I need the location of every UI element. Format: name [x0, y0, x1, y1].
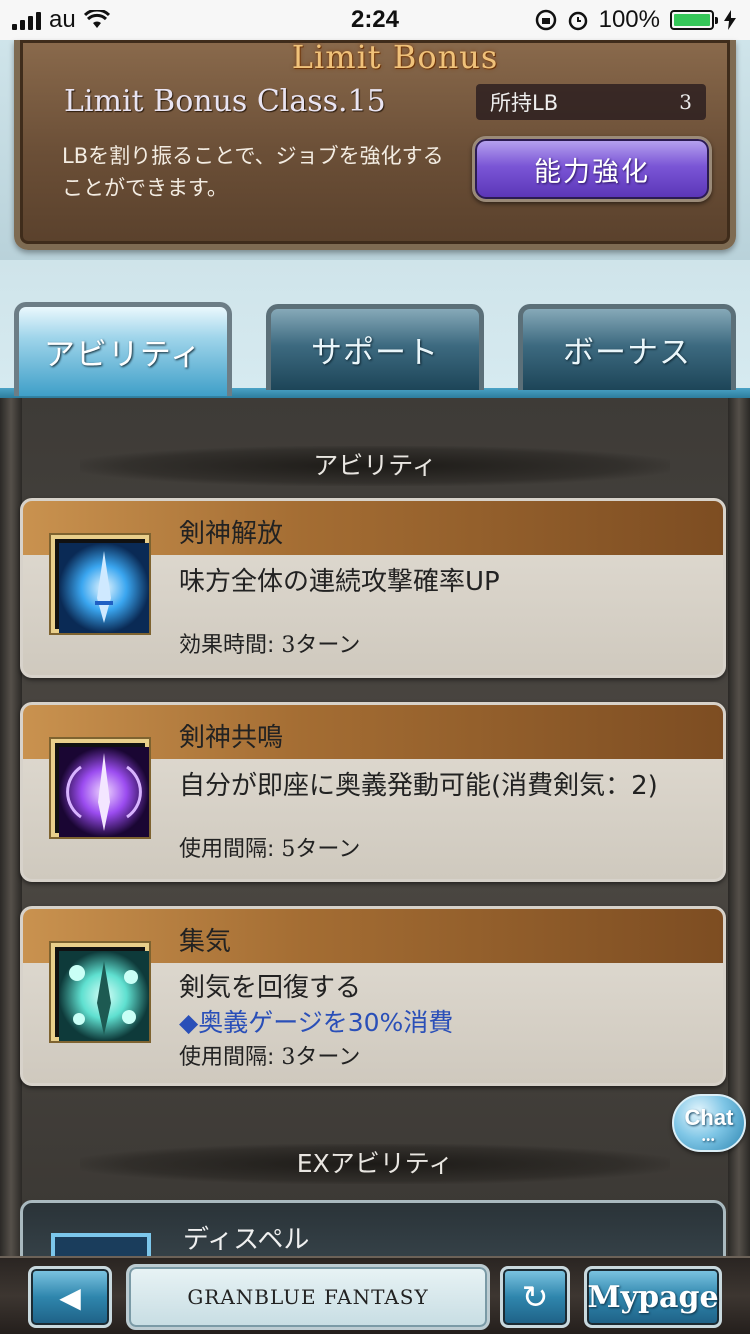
tab-support[interactable]: サポート [266, 304, 484, 390]
ability-name: 剣神解放 [179, 519, 284, 549]
owned-lb-label: 所持LB [490, 91, 559, 115]
ability-description: 剣気を回復する [179, 973, 362, 1003]
limit-bonus-area: Limit Bonus Limit Bonus Class.15 所持LB 3 … [0, 38, 750, 260]
ability-meta: 効果時間: 3ターン [179, 627, 360, 659]
ability-meta-label: 使用間隔: [179, 837, 275, 862]
rotation-lock-icon [535, 9, 556, 31]
ability-list-panel[interactable]: アビリティ 剣神解放 味方全体の連続攻撃確率UP 効果時間: 3ターン 剣神共鳴… [0, 398, 750, 1280]
mypage-button[interactable]: Mypage [584, 1266, 722, 1328]
limit-bonus-panel: Limit Bonus Limit Bonus Class.15 所持LB 3 … [14, 38, 736, 250]
ability-name: 剣神共鳴 [179, 723, 284, 753]
battery-icon [670, 10, 718, 30]
chat-label: Chat [684, 1105, 734, 1130]
chat-button[interactable]: Chat ••• [672, 1094, 746, 1152]
ability-meta: 使用間隔: 3ターン [179, 1039, 360, 1071]
limit-bonus-description: LBを割り振ることで、ジョブを強化することができます。 [62, 144, 444, 200]
ability-meta-label: 使用間隔: [179, 1045, 275, 1070]
sword-purple-aura-icon [51, 739, 149, 837]
ability-meta-value: 3ターン [281, 1045, 361, 1070]
status-bar: au 2:24 100% [0, 0, 750, 40]
tab-bonus[interactable]: ボーナス [518, 304, 736, 390]
charging-bolt-icon [724, 10, 736, 30]
tab-bar: アビリティ サポート ボーナス [0, 260, 750, 410]
ability-description: 自分が即座に奥義発動可能(消費剣気：2) [179, 771, 658, 801]
limit-bonus-class: Limit Bonus Class.15 [64, 84, 386, 119]
left-rail [0, 398, 22, 1258]
ability-card-1[interactable]: 剣神解放 味方全体の連続攻撃確率UP 効果時間: 3ターン [20, 498, 726, 678]
status-right: 100% [535, 6, 736, 34]
tab-ability[interactable]: アビリティ [14, 302, 232, 396]
limit-bonus-logo: Limit Bonus [291, 38, 499, 76]
reload-button[interactable]: ↻ [500, 1266, 570, 1328]
chat-dots-icon: ••• [702, 1135, 716, 1146]
alarm-icon [568, 11, 587, 31]
sword-blue-burst-icon [51, 535, 149, 633]
ability-card-2[interactable]: 剣神共鳴 自分が即座に奥義発動可能(消費剣気：2) 使用間隔: 5ターン [20, 702, 726, 882]
section-title-ex-abilities: EXアビリティ [80, 1144, 670, 1184]
ability-name: 集気 [179, 927, 232, 957]
ability-meta: 使用間隔: 5ターン [179, 831, 360, 863]
owned-lb-value: 3 [679, 90, 692, 114]
granblue-fantasy-logo[interactable]: GRANBLUE FANTASY [126, 1264, 490, 1330]
back-button[interactable]: ◀ [28, 1266, 112, 1328]
ex-ability-name: ディスペル [183, 1225, 310, 1255]
ability-description-extra: ◆奥義ゲージを30%消費 [179, 1008, 454, 1037]
ability-meta-value: 3ターン [281, 633, 361, 658]
ability-meta-value: 5ターン [281, 837, 361, 862]
battery-percent: 100% [598, 6, 660, 33]
reload-icon: ↻ [521, 1278, 549, 1316]
back-arrow-icon: ◀ [59, 1280, 81, 1314]
ability-card-3[interactable]: 集気 剣気を回復する ◆奥義ゲージを30%消費 使用間隔: 3ターン [20, 906, 726, 1086]
section-title-abilities: アビリティ [80, 446, 670, 486]
bottom-nav: ◀ GRANBLUE FANTASY ↻ Mypage [0, 1256, 750, 1334]
ability-meta-label: 効果時間: [179, 633, 275, 658]
owned-lb-box: 所持LB 3 [476, 84, 706, 120]
ability-description: 味方全体の連続攻撃確率UP [179, 567, 500, 597]
sword-teal-orbs-icon [51, 943, 149, 1041]
enhance-button[interactable]: 能力強化 [472, 136, 712, 202]
